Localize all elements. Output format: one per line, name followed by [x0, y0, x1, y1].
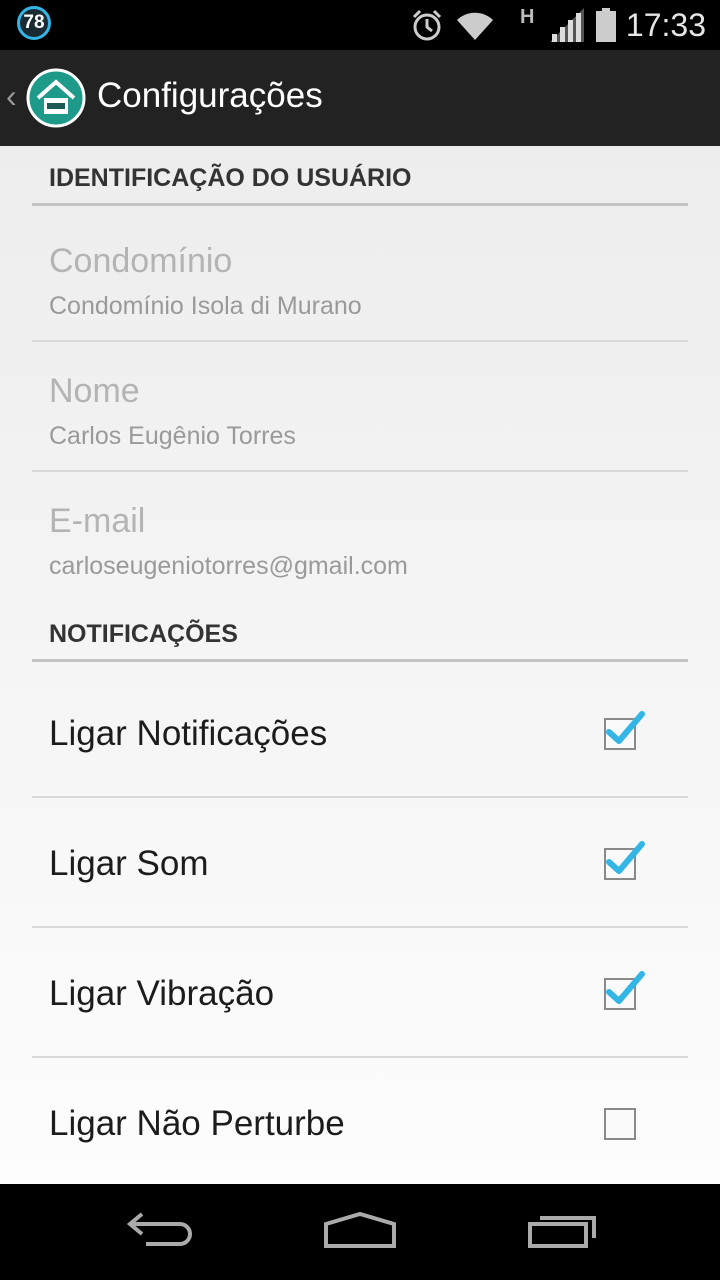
- toggle-vibracao[interactable]: Ligar Vibração: [32, 928, 688, 1058]
- checkbox[interactable]: [604, 1108, 636, 1140]
- toggle-label: Ligar Som: [49, 844, 209, 883]
- pref-title: Nome: [49, 372, 140, 410]
- section-header-user-id: IDENTIFICAÇÃO DO USUÁRIO: [32, 146, 688, 206]
- check-icon: [606, 971, 645, 1004]
- pref-title: Condomínio: [49, 242, 233, 280]
- check-icon: [606, 841, 645, 874]
- action-bar: ‹ Configurações: [0, 50, 720, 146]
- wifi-icon: [455, 8, 495, 47]
- screen-title: Configurações: [97, 76, 323, 115]
- checkbox[interactable]: [604, 971, 645, 1010]
- back-caret-icon[interactable]: ‹: [6, 78, 17, 115]
- pref-value: Condomínio Isola di Murano: [49, 292, 362, 320]
- pref-value: carloseugeniotorres@gmail.com: [49, 552, 408, 580]
- toggle-label: Ligar Notificações: [49, 714, 328, 753]
- notification-count-badge: 78: [17, 6, 51, 40]
- pref-condominio: Condomínio Condomínio Isola di Murano: [32, 212, 688, 342]
- toggle-label: Ligar Vibração: [49, 974, 275, 1013]
- toggle-notificacoes[interactable]: Ligar Notificações: [32, 668, 688, 798]
- home-icon[interactable]: [322, 1210, 398, 1255]
- pref-email: E-mail carloseugeniotorres@gmail.com: [32, 472, 688, 602]
- checkbox[interactable]: [604, 841, 645, 880]
- status-bar: 78 H 17:33: [0, 0, 720, 50]
- section-header-notifications: NOTIFICAÇÕES: [32, 602, 688, 662]
- clock: 17:33: [625, 7, 706, 43]
- house-icon[interactable]: [26, 68, 86, 128]
- toggle-label: Ligar Não Perturbe: [49, 1104, 345, 1143]
- navigation-bar: [0, 1184, 720, 1280]
- alarm-icon: [410, 8, 444, 47]
- toggle-som[interactable]: Ligar Som: [32, 798, 688, 928]
- section-header-label: NOTIFICAÇÕES: [49, 620, 238, 648]
- pref-title: E-mail: [49, 502, 146, 540]
- pref-value: Carlos Eugênio Torres: [49, 422, 296, 450]
- section-header-label: IDENTIFICAÇÃO DO USUÁRIO: [49, 164, 412, 192]
- settings-list: IDENTIFICAÇÃO DO USUÁRIO Condomínio Cond…: [0, 146, 720, 1184]
- check-icon: [606, 711, 645, 744]
- checkbox[interactable]: [604, 711, 645, 750]
- pref-nome: Nome Carlos Eugênio Torres: [32, 342, 688, 472]
- recents-icon[interactable]: [526, 1210, 598, 1255]
- toggle-nao-perturbe[interactable]: Ligar Não Perturbe: [32, 1058, 688, 1184]
- signal-icon: [548, 8, 586, 47]
- back-icon[interactable]: [124, 1210, 196, 1255]
- network-type-label: H: [520, 6, 535, 28]
- battery-icon: [594, 8, 618, 47]
